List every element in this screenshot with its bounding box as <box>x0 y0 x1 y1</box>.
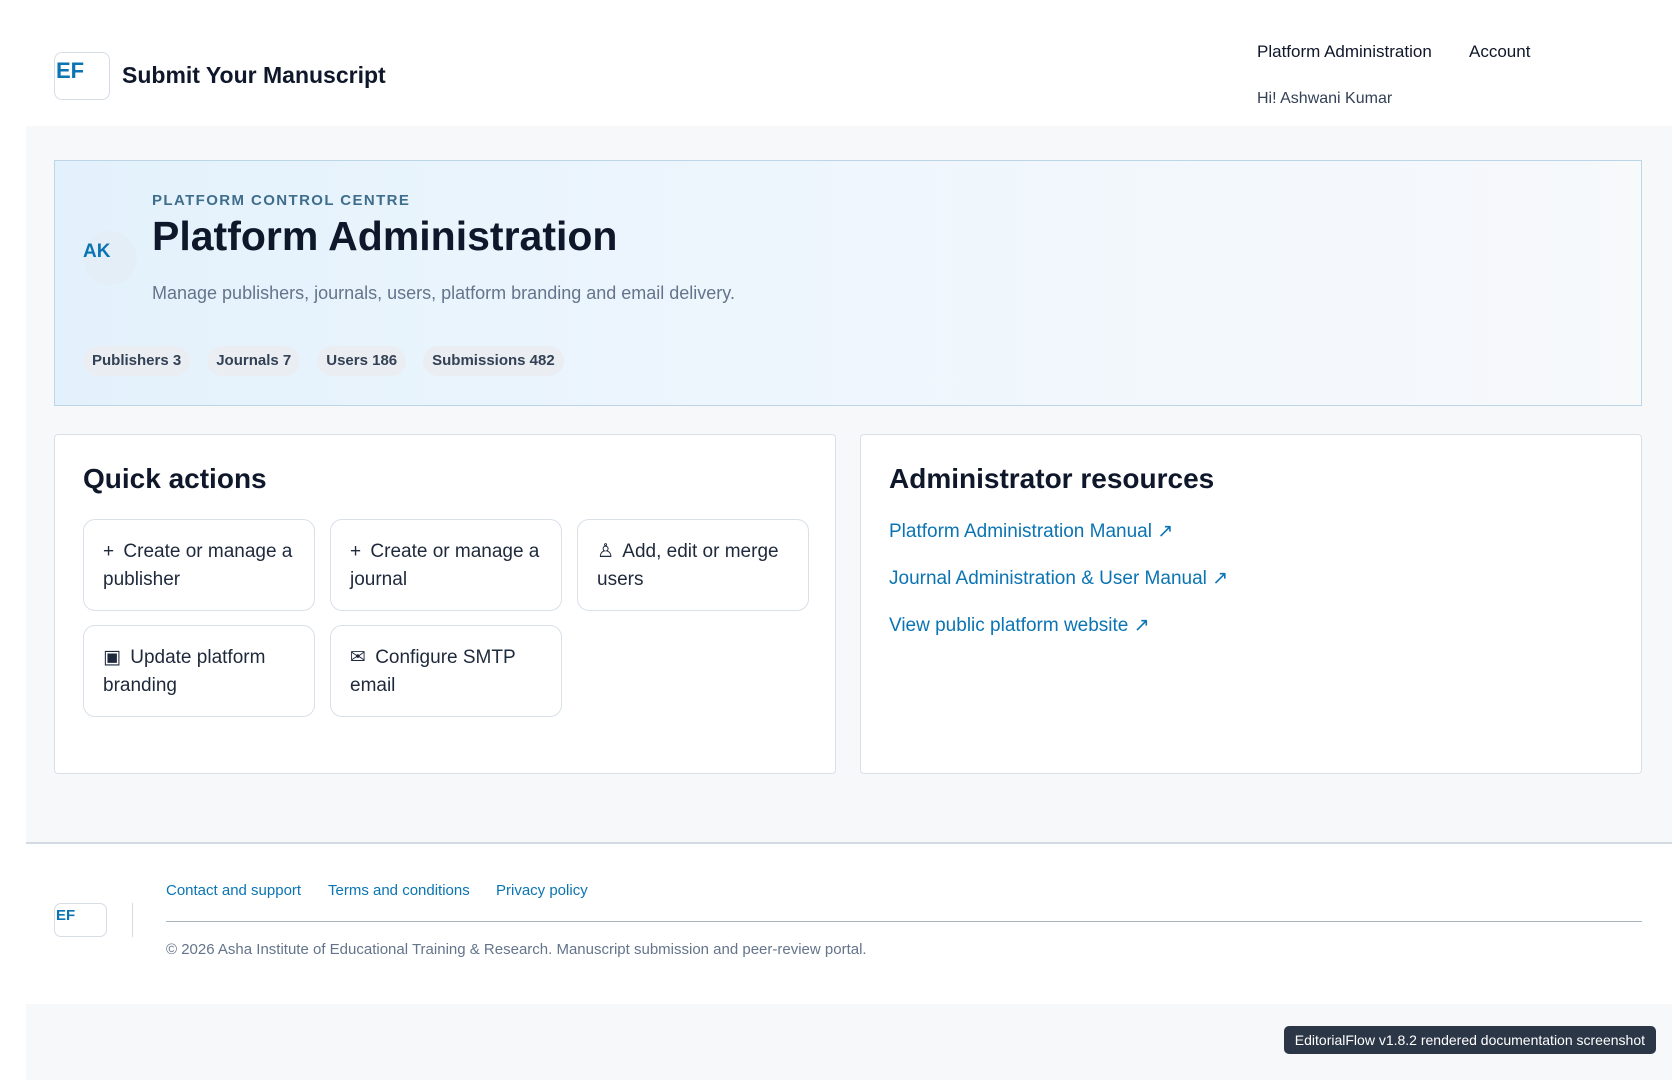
terms-link[interactable]: Terms and conditions <box>328 882 470 899</box>
avatar: AK <box>83 231 137 285</box>
action-label: Update platform branding <box>103 647 266 696</box>
site-header: EF Submit Your Manuscript Platform Admin… <box>0 0 1680 126</box>
branding-icon: ▣ <box>103 647 121 668</box>
privacy-link[interactable]: Privacy policy <box>496 882 588 899</box>
stat-badge-submissions: Submissions 482 <box>423 346 564 376</box>
action-label: Create or manage a publisher <box>103 541 293 590</box>
page-description: Manage publishers, journals, users, plat… <box>152 283 735 303</box>
quick-actions-title: Quick actions <box>83 463 267 494</box>
stat-badge-publishers: Publishers 3 <box>83 346 191 376</box>
journal-admin-manual-link[interactable]: Journal Administration & User Manual ↗ <box>889 567 1228 590</box>
create-journal-button[interactable]: + Create or manage a journal <box>330 519 562 611</box>
footer-rule <box>166 921 1642 922</box>
public-website-link[interactable]: View public platform website ↗ <box>889 614 1150 637</box>
stat-badge-journals: Journals 7 <box>207 346 301 376</box>
user-greeting: Hi! Ashwani Kumar <box>1257 90 1393 107</box>
mail-icon: ✉ <box>350 647 366 668</box>
hero-panel: AK PLATFORM CONTROL CENTRE Platform Admi… <box>54 160 1642 406</box>
create-publisher-button[interactable]: + Create or manage a publisher <box>83 519 315 611</box>
plus-icon: + <box>103 541 115 562</box>
nav-platform-administration[interactable]: Platform Administration <box>1257 42 1432 62</box>
site-logo[interactable]: EF <box>54 52 110 100</box>
action-label: Create or manage a journal <box>350 541 540 590</box>
platform-admin-manual-link[interactable]: Platform Administration Manual ↗ <box>889 520 1173 543</box>
action-label: Add, edit or merge users <box>597 541 779 590</box>
manage-users-button[interactable]: ♙ Add, edit or merge users <box>577 519 809 611</box>
footer-logo-text: EF <box>56 907 76 924</box>
configure-smtp-button[interactable]: ✉ Configure SMTP email <box>330 625 562 717</box>
site-title: Submit Your Manuscript <box>122 62 386 88</box>
plus-icon: + <box>350 541 362 562</box>
stat-badge-users: Users 186 <box>317 346 407 376</box>
admin-resources-title: Administrator resources <box>889 463 1215 494</box>
site-footer <box>26 844 1672 1004</box>
page-title: Platform Administration <box>152 213 618 259</box>
stats-row: Publishers 3 Journals 7 Users 186 Submis… <box>83 346 564 376</box>
version-badge: EditorialFlow v1.8.2 rendered documentat… <box>1283 1026 1656 1054</box>
copyright-text: © 2026 Asha Institute of Educational Tra… <box>166 941 867 958</box>
action-label: Configure SMTP email <box>350 647 516 696</box>
update-branding-button[interactable]: ▣ Update platform branding <box>83 625 315 717</box>
hero-kicker: PLATFORM CONTROL CENTRE <box>152 192 411 209</box>
footer-logo-divider <box>132 903 133 937</box>
avatar-initials: AK <box>83 241 111 262</box>
site-logo-text: EF <box>56 58 85 83</box>
nav-account[interactable]: Account <box>1469 42 1530 62</box>
footer-logo: EF <box>54 903 107 937</box>
user-icon: ♙ <box>597 541 615 562</box>
admin-resources-card: Administrator resources Platform Adminis… <box>860 434 1642 774</box>
quick-actions-card: Quick actions + Create or manage a publi… <box>54 434 836 774</box>
contact-support-link[interactable]: Contact and support <box>166 882 301 899</box>
